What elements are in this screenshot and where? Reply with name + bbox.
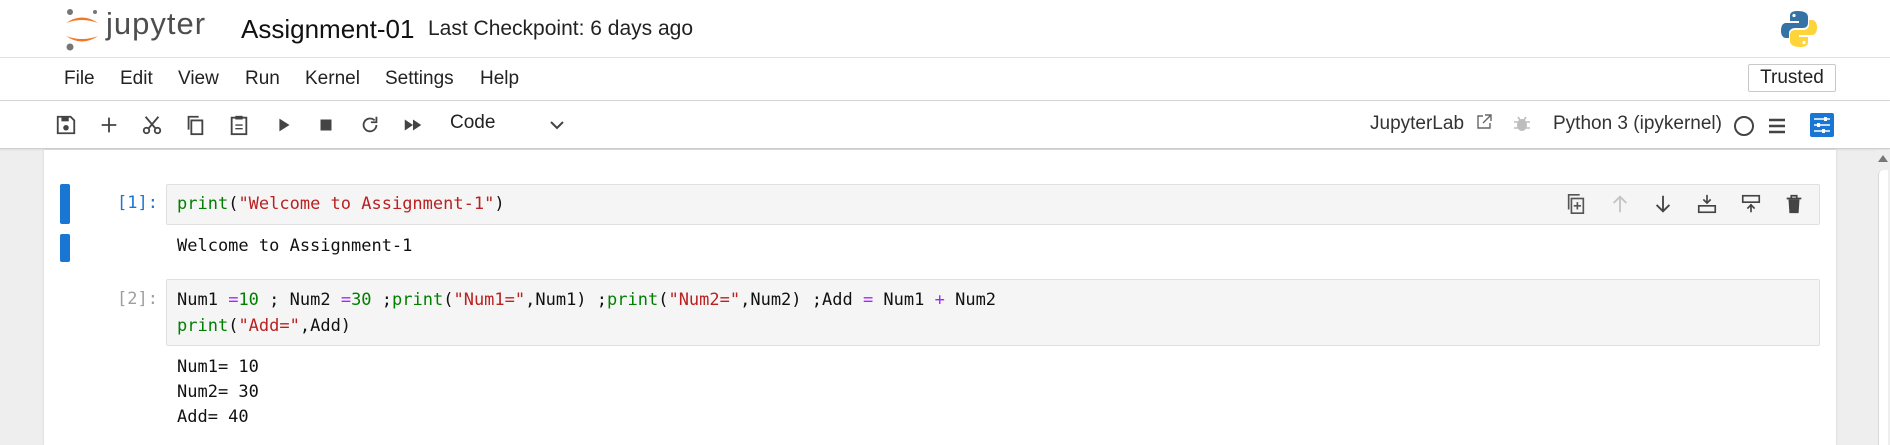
code-token: Num1 <box>177 290 229 310</box>
debugger-icon[interactable] <box>1512 114 1532 134</box>
menu-run[interactable]: Run <box>245 68 280 90</box>
menu-bar: File Edit View Run Kernel Settings Help … <box>0 58 1890 101</box>
code-token: ) <box>494 194 505 214</box>
menu-help[interactable]: Help <box>480 68 519 90</box>
menu-view[interactable]: View <box>178 68 219 90</box>
cell-1-input-collapser[interactable] <box>60 184 70 224</box>
kernel-status-icon <box>1734 116 1754 136</box>
code-token: 10 <box>238 290 259 310</box>
top-bar: jupyter Assignment-01 Last Checkpoint: 6… <box>0 0 1890 58</box>
chevron-down-icon[interactable] <box>548 116 566 134</box>
cell-type-select[interactable]: Code <box>450 112 495 134</box>
code-token: = <box>862 290 874 310</box>
code-token: + <box>934 290 945 310</box>
cell-2-output-line: Num1= 10 <box>177 357 259 377</box>
scrollbar-thumb[interactable] <box>1878 170 1888 445</box>
kernel-name[interactable]: Python 3 (ipykernel) <box>1553 113 1722 135</box>
menu-kernel[interactable]: Kernel <box>305 68 360 90</box>
property-inspector-icon[interactable] <box>1810 113 1834 137</box>
code-token: print <box>177 316 229 336</box>
cell-1-prompt: [1]: <box>117 193 158 213</box>
checkpoint-status: Last Checkpoint: 6 days ago <box>428 17 694 40</box>
restart-icon[interactable] <box>359 114 381 136</box>
run-icon[interactable] <box>273 114 295 136</box>
cell-1-output-collapser[interactable] <box>60 234 70 262</box>
insert-above-icon[interactable] <box>1696 193 1718 215</box>
cell-1-output: Welcome to Assignment-1 <box>177 236 413 256</box>
code-token: ; <box>371 290 393 310</box>
code-token: ,Add) <box>299 316 352 336</box>
code-token: "Num1=" <box>453 290 526 310</box>
menu-edit[interactable]: Edit <box>120 68 153 90</box>
external-link-icon[interactable] <box>1476 114 1492 130</box>
cut-icon[interactable] <box>141 114 163 136</box>
code-token: "Num2=" <box>668 290 741 310</box>
cell-2-output-line: Num2= 30 <box>177 382 259 402</box>
duplicate-cell-icon[interactable] <box>1565 193 1587 215</box>
code-token: = <box>228 290 239 310</box>
code-token: "Welcome to Assignment-1" <box>238 194 495 214</box>
code-token: Num2 <box>944 290 997 310</box>
save-icon[interactable] <box>55 114 77 136</box>
insert-below-icon[interactable] <box>1740 193 1762 215</box>
notebook-toolbar: Code JupyterLab Python 3 (ipykernel) <box>0 101 1890 149</box>
copy-icon[interactable] <box>184 114 206 136</box>
code-token: Num1 <box>873 290 935 310</box>
code-token: ,Num2) ;Add <box>740 290 863 310</box>
cell-2-code-line-1[interactable]: Num1 =10 ; Num2 =30 ;print("Num1=",Num1)… <box>177 287 996 313</box>
list-icon[interactable] <box>1767 116 1787 136</box>
code-token: ( <box>228 194 239 214</box>
fast-forward-icon[interactable] <box>402 114 424 136</box>
code-token: print <box>607 290 659 310</box>
menu-settings[interactable]: Settings <box>385 68 454 90</box>
code-token: print <box>177 194 229 214</box>
code-token: ( <box>658 290 669 310</box>
jupyter-wordmark: jupyter <box>106 6 207 41</box>
scroll-up-arrow-icon[interactable] <box>1878 155 1888 162</box>
jupyterlab-link[interactable]: JupyterLab <box>1370 113 1464 135</box>
stop-icon[interactable] <box>315 114 337 136</box>
move-down-icon[interactable] <box>1652 193 1674 215</box>
add-cell-icon[interactable] <box>98 114 120 136</box>
move-up-icon[interactable] <box>1609 193 1631 215</box>
code-token: ( <box>443 290 454 310</box>
cell-1-code[interactable]: print("Welcome to Assignment-1") <box>177 191 505 217</box>
jupyter-logo-icon[interactable] <box>62 6 102 52</box>
cell-2-prompt: [2]: <box>117 289 158 309</box>
menu-file[interactable]: File <box>64 68 95 90</box>
code-token: print <box>392 290 444 310</box>
delete-cell-icon[interactable] <box>1783 193 1805 215</box>
trusted-indicator[interactable]: Trusted <box>1748 64 1836 92</box>
code-token: ,Num1) ; <box>525 290 608 310</box>
notebook-title[interactable]: Assignment-01 <box>241 14 414 45</box>
python-logo-icon <box>1781 11 1817 47</box>
code-token: ( <box>228 316 239 336</box>
code-token: ; Num2 <box>258 290 341 310</box>
paste-icon[interactable] <box>228 114 250 136</box>
cell-2-code-line-2[interactable]: print("Add=",Add) <box>177 313 351 339</box>
code-token: "Add=" <box>238 316 300 336</box>
cell-2-output-line: Add= 40 <box>177 407 249 427</box>
code-token: 30 <box>351 290 372 310</box>
code-token: = <box>340 290 352 310</box>
